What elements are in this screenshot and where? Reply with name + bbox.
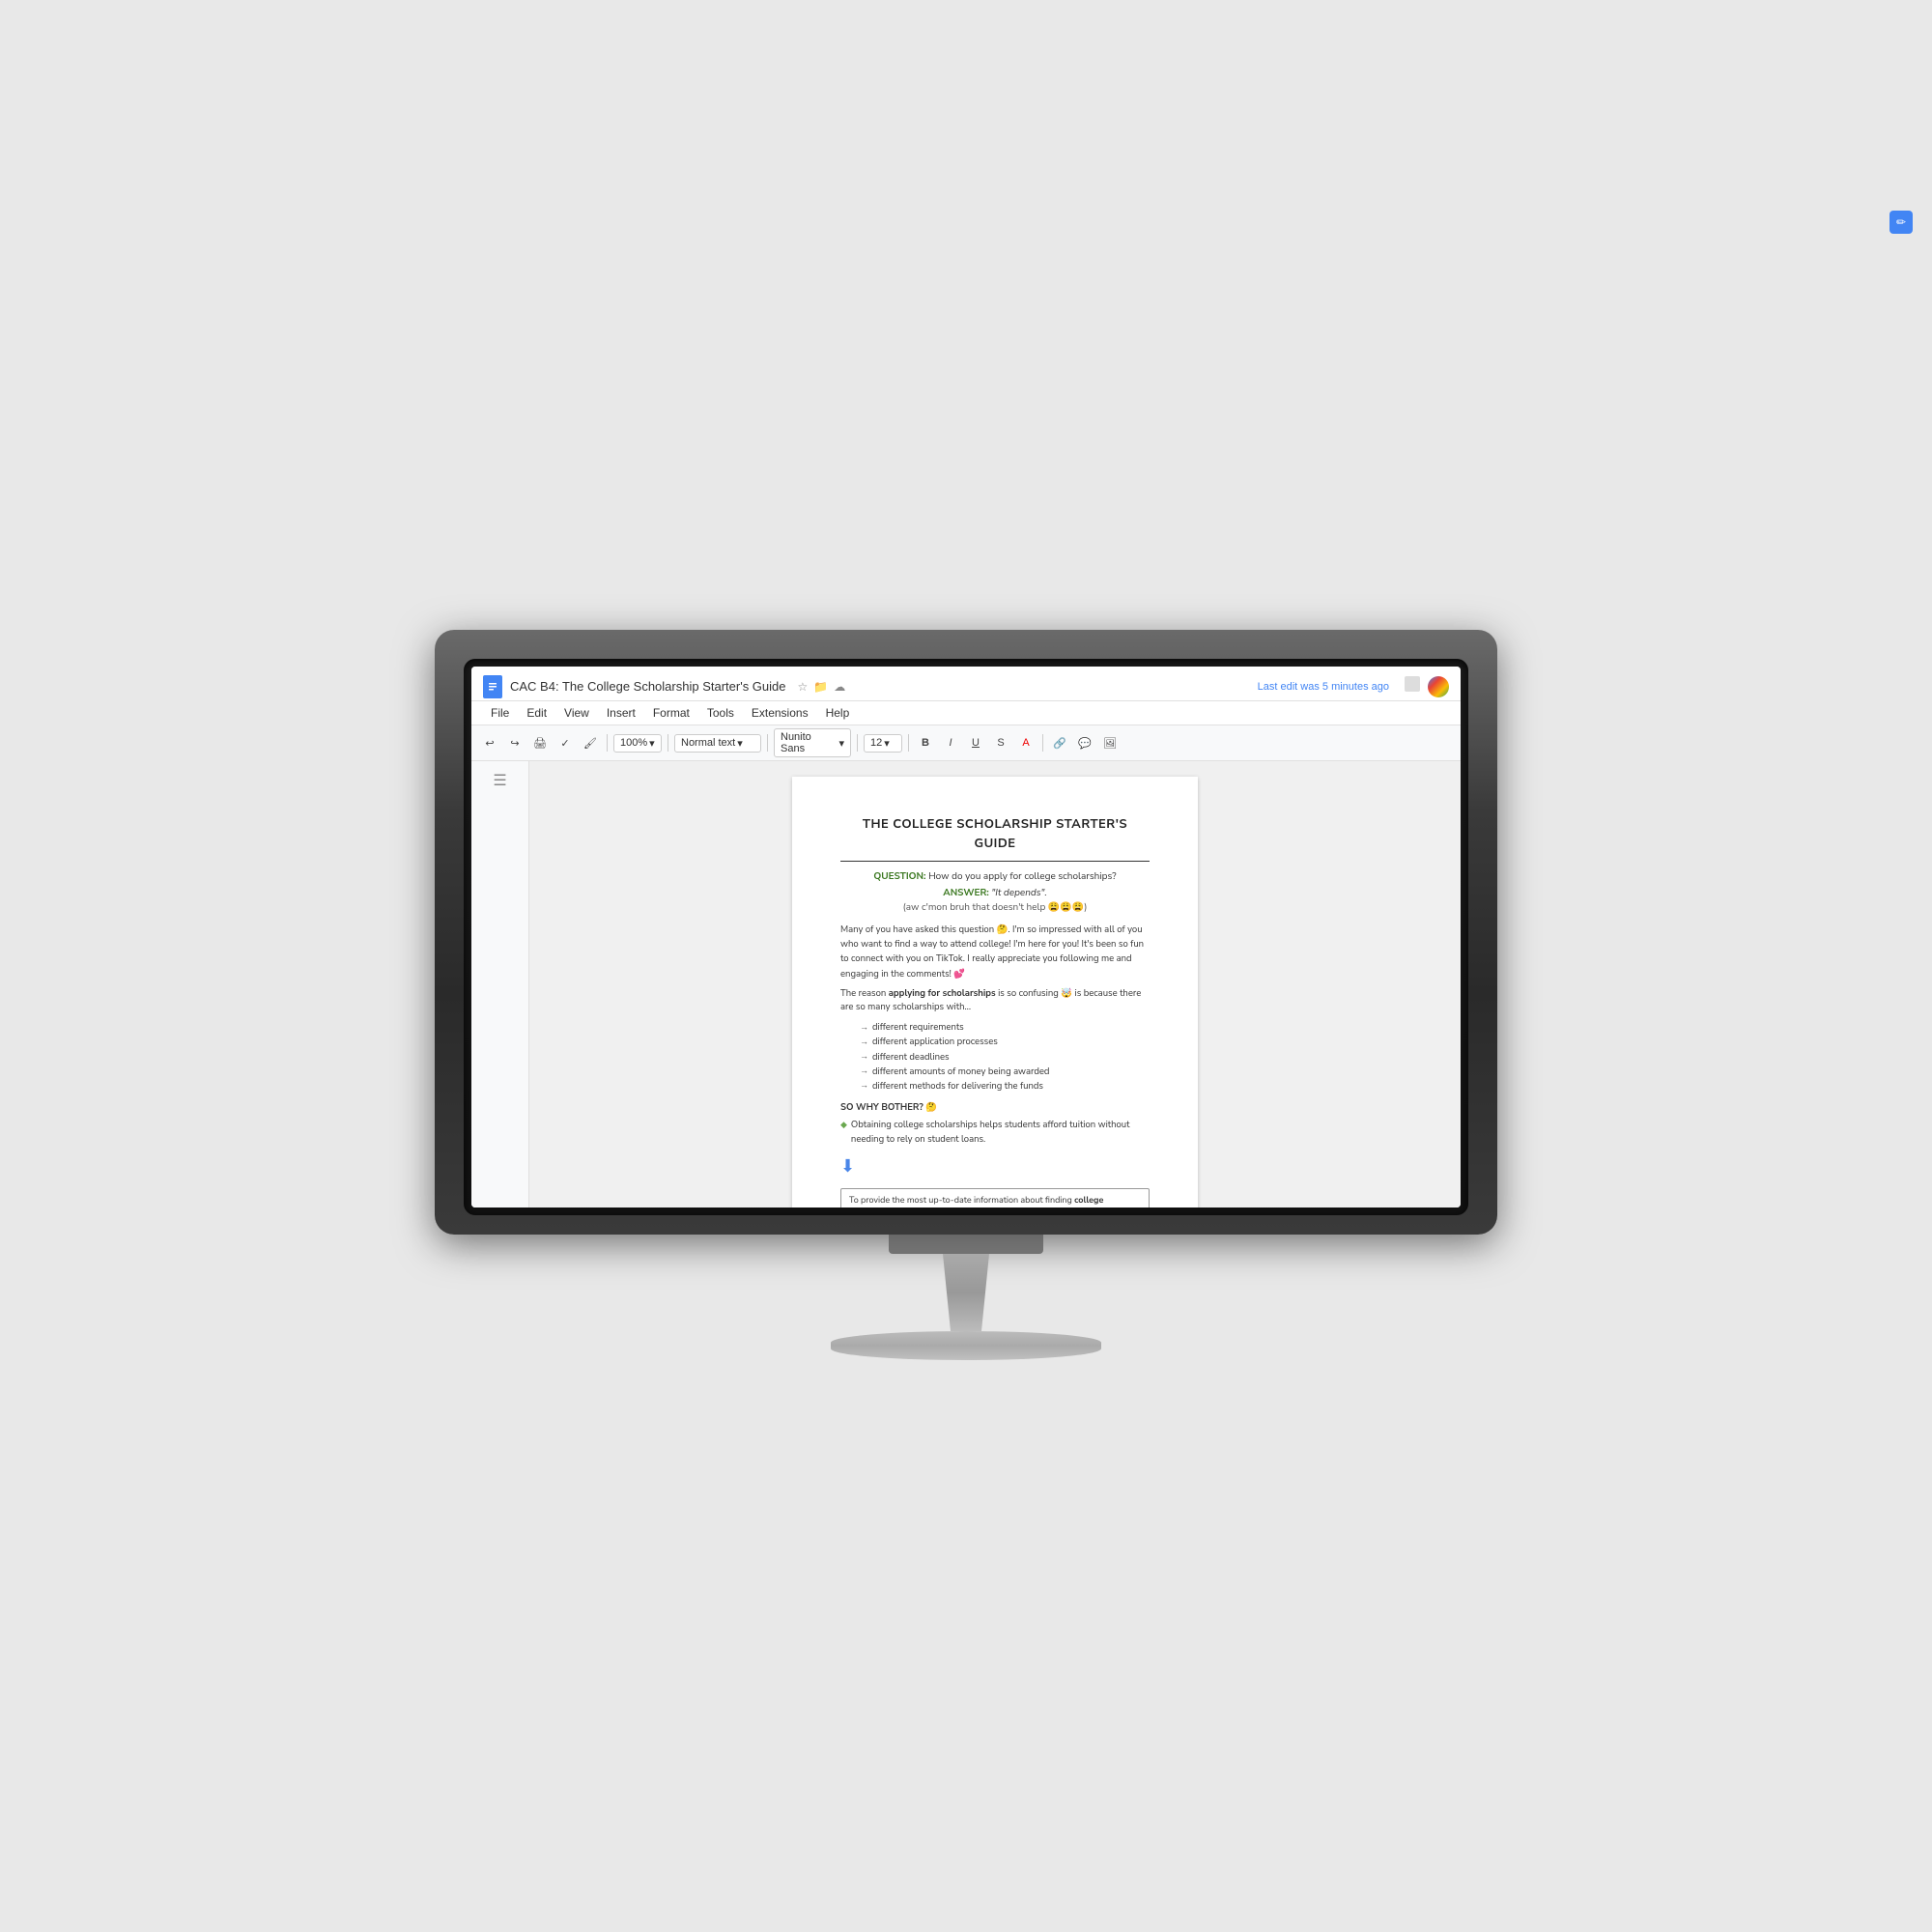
confusing-prefix: The reason xyxy=(840,987,889,1000)
bullet-item-1: different requirements xyxy=(860,1020,1150,1035)
answer-text: "It depends". xyxy=(991,886,1046,899)
redo-btn[interactable]: ↪ xyxy=(504,732,526,753)
undo-btn[interactable]: ↩ xyxy=(479,732,500,753)
menu-edit[interactable]: Edit xyxy=(519,703,554,723)
diamond-icon: ◆ xyxy=(840,1120,847,1133)
italic-btn[interactable]: I xyxy=(940,732,961,753)
style-value: Normal text xyxy=(681,737,735,749)
underline-btn[interactable]: U xyxy=(965,732,986,753)
fontsize-value: 12 xyxy=(870,737,882,749)
subtext: (aw c'mon bruh that doesn't help 😩😩😩) xyxy=(840,900,1150,915)
bullet-item-2: different application processes xyxy=(860,1035,1150,1049)
zoom-chevron: ▾ xyxy=(649,737,655,750)
title-divider xyxy=(840,861,1150,862)
outline-icon: ☰ xyxy=(493,771,506,790)
fontsize-chevron: ▾ xyxy=(884,737,890,750)
menu-insert[interactable]: Insert xyxy=(599,703,643,723)
fontsize-dropdown[interactable]: 12 ▾ xyxy=(864,734,902,753)
menu-file[interactable]: File xyxy=(483,703,517,723)
menu-format[interactable]: Format xyxy=(645,703,697,723)
gdocs-app-icon xyxy=(483,675,502,698)
page-area[interactable]: ✏ THE COLLEGE SCHOLARSHIP STARTER'S GUID… xyxy=(529,761,1461,1208)
menu-view[interactable]: View xyxy=(556,703,597,723)
separator-1 xyxy=(607,734,608,752)
why-text: Obtaining college scholarships helps stu… xyxy=(851,1119,1150,1147)
separator-3 xyxy=(767,734,768,752)
strikethrough-btn[interactable]: S xyxy=(990,732,1011,753)
question-text: How do you apply for college scholarship… xyxy=(928,869,1117,883)
image-btn[interactable]: 🖼 xyxy=(1099,732,1121,753)
gdocs-app: CAC B4: The College Scholarship Starter'… xyxy=(471,667,1461,1208)
bold-btn[interactable]: B xyxy=(915,732,936,753)
font-chevron: ▾ xyxy=(838,737,844,750)
menu-help[interactable]: Help xyxy=(818,703,858,723)
answer-line: ANSWER: "It depends". xyxy=(840,886,1150,900)
folder-icon[interactable]: 📁 xyxy=(813,680,828,694)
separator-5 xyxy=(908,734,909,752)
doc-title-bar: CAC B4: The College Scholarship Starter'… xyxy=(510,679,786,694)
cloud-icon[interactable]: ☁ xyxy=(834,680,845,694)
comment-btn[interactable]: 💬 xyxy=(1074,732,1095,753)
monitor-stand-top xyxy=(889,1235,1043,1254)
font-dropdown[interactable]: Nunito Sans ▾ xyxy=(774,728,851,757)
menu-bar: File Edit View Insert Format Tools Exten… xyxy=(471,701,1461,725)
bullet-item-4: different amounts of money being awarded xyxy=(860,1065,1150,1079)
separator-6 xyxy=(1042,734,1043,752)
font-value: Nunito Sans xyxy=(781,731,837,754)
monitor: CAC B4: The College Scholarship Starter'… xyxy=(435,630,1497,1235)
zoom-value: 100% xyxy=(620,737,647,749)
monitor-screen: CAC B4: The College Scholarship Starter'… xyxy=(471,667,1461,1208)
link-btn[interactable]: 🔗 xyxy=(1049,732,1070,753)
window-btn-1[interactable] xyxy=(1405,676,1420,692)
print-btn[interactable]: 🖨 xyxy=(529,732,551,753)
paint-format-btn[interactable]: 🖌 xyxy=(580,732,601,753)
bullet-item-3: different deadlines xyxy=(860,1050,1150,1065)
editor-area: ☰ ✏ THE COLLEGE SCHOLARSHIP STARTER'S GU… xyxy=(471,761,1461,1208)
why-item: ◆ Obtaining college scholarships helps s… xyxy=(840,1119,1150,1147)
bullet-list: different requirements different applica… xyxy=(860,1020,1150,1094)
left-sidebar: ☰ xyxy=(471,761,529,1208)
textcolor-btn[interactable]: A xyxy=(1015,732,1037,753)
zoom-dropdown[interactable]: 100% ▾ xyxy=(613,734,662,753)
question-label: QUESTION: xyxy=(873,869,925,883)
menu-tools[interactable]: Tools xyxy=(699,703,742,723)
body-text-1: Many of you have asked this question 🤔. … xyxy=(840,923,1150,981)
info-box-bold: college scholarships xyxy=(849,1195,1103,1208)
menu-extensions[interactable]: Extensions xyxy=(744,703,816,723)
separator-4 xyxy=(857,734,858,752)
monitor-stand-base xyxy=(831,1331,1101,1360)
style-dropdown[interactable]: Normal text ▾ xyxy=(674,734,761,753)
google-account-btn[interactable] xyxy=(1428,676,1449,697)
question-line: QUESTION: How do you apply for college s… xyxy=(840,869,1150,884)
answer-label: ANSWER: xyxy=(943,886,989,899)
doc-main-title: THE COLLEGE SCHOLARSHIP STARTER'S GUIDE xyxy=(840,815,1150,853)
download-arrow-icon: ⬇ xyxy=(840,1154,1150,1180)
monitor-stand-neck xyxy=(927,1254,1005,1331)
spellcheck-btn[interactable]: ✓ xyxy=(554,732,576,753)
why-bother-heading: SO WHY BOTHER? 🤔 xyxy=(840,1101,1150,1115)
info-box: To provide the most up-to-date informati… xyxy=(840,1188,1150,1208)
confusing-bold: applying for scholarships xyxy=(889,987,996,1000)
toolbar: ↩ ↪ 🖨 ✓ 🖌 100% ▾ Normal text xyxy=(471,725,1461,761)
document-page[interactable]: THE COLLEGE SCHOLARSHIP STARTER'S GUIDE … xyxy=(792,777,1198,1208)
bullet-item-5: different methods for delivering the fun… xyxy=(860,1079,1150,1094)
title-action-icons: ☆ 📁 ☁ xyxy=(798,680,846,694)
window-controls xyxy=(1405,676,1449,697)
monitor-bezel: CAC B4: The College Scholarship Starter'… xyxy=(464,659,1468,1215)
confusing-line: The reason applying for scholarships is … xyxy=(840,987,1150,1015)
star-icon[interactable]: ☆ xyxy=(798,680,809,694)
title-bar: CAC B4: The College Scholarship Starter'… xyxy=(471,667,1461,701)
last-edit-text: Last edit was 5 minutes ago xyxy=(1258,681,1389,693)
style-chevron: ▾ xyxy=(737,737,743,750)
